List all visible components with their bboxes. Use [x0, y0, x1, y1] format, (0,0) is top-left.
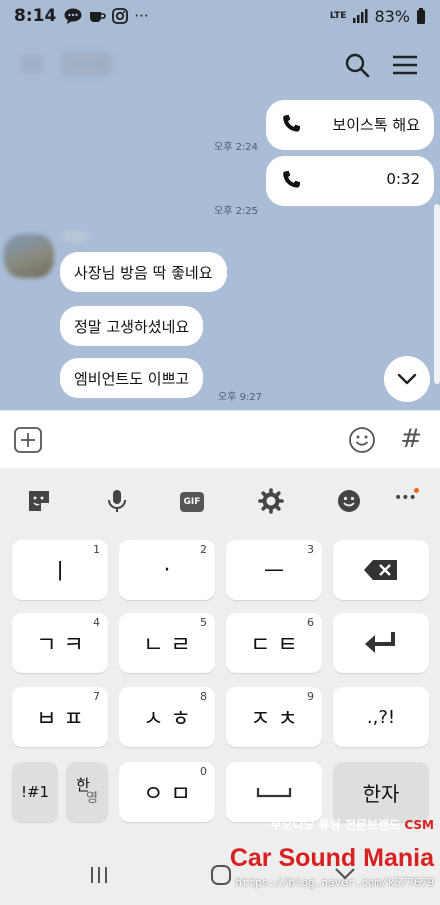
emoticon-icon[interactable] [348, 426, 376, 454]
punctuation-key[interactable]: .,?! [333, 687, 429, 747]
watermark-subtitle: 무오디오 튜닝 전문브랜드 [270, 818, 401, 832]
watermark-brand: CSM [404, 818, 434, 832]
enter-key[interactable] [333, 613, 429, 673]
message-input-bar[interactable]: # [0, 410, 440, 468]
more-options-icon[interactable]: ••• [394, 490, 417, 506]
hashtag-search-button[interactable]: # [400, 424, 422, 454]
received-message-bubble[interactable]: 엠비언트도 이쁘고 [60, 358, 204, 398]
avatar[interactable] [4, 234, 54, 278]
gif-button[interactable]: GIF [180, 492, 204, 512]
phone-icon [283, 114, 301, 132]
sender-name-blurred [62, 232, 88, 242]
chat-notification-icon [64, 8, 82, 24]
key-9[interactable]: ㅈ ㅊ9 [226, 687, 322, 747]
coffee-icon [90, 12, 107, 22]
sticker-icon[interactable] [26, 488, 52, 514]
status-bar: 8:14 ··· LTE 83% [0, 0, 440, 32]
message-text: 정말 고생하셨네요 [74, 317, 190, 336]
space-key[interactable] [226, 762, 322, 822]
key-0[interactable]: ㅇ ㅁ0 [119, 762, 215, 822]
chevron-down-icon [397, 373, 417, 385]
more-notifications: ··· [134, 7, 149, 25]
scrollbar[interactable] [434, 204, 440, 384]
backspace-key[interactable] [333, 540, 429, 600]
key-2[interactable]: · 2 [119, 540, 215, 600]
symbols-key[interactable]: !#1 [12, 762, 58, 822]
language-toggle-key[interactable]: 한 영 [66, 762, 108, 822]
key-4[interactable]: ㄱ ㅋ4 [12, 613, 108, 673]
chat-header [0, 32, 440, 94]
space-bar-icon [256, 788, 292, 798]
plus-icon[interactable] [14, 427, 42, 453]
hanja-key[interactable]: 한자 [333, 762, 429, 822]
key-7[interactable]: ㅂ ㅍ7 [12, 687, 108, 747]
watermark-title: Car Sound Mania [229, 844, 434, 872]
message-text: 사장님 방음 딱 좋네요 [74, 263, 213, 282]
message-text: 엠비언트도 이쁘고 [74, 369, 190, 388]
new-badge [414, 488, 419, 493]
keyboard-toolbar: GIF ••• [0, 468, 440, 534]
voice-call-bubble[interactable]: 0:32 [266, 156, 434, 206]
enter-icon [365, 632, 395, 653]
network-type: LTE [329, 10, 347, 21]
watermark-url: https://blog.naver.com/k577679 [235, 876, 434, 889]
emoji-icon[interactable] [336, 488, 362, 514]
search-icon[interactable] [342, 50, 372, 80]
watermark: 무오디오 튜닝 전문브랜드 CSM Car Sound Mania https:… [174, 818, 434, 900]
menu-icon[interactable] [390, 50, 420, 80]
back-button-blurred[interactable] [22, 54, 42, 74]
message-text: 보이스톡 해요 [332, 116, 420, 134]
scroll-to-bottom-button[interactable] [384, 356, 430, 402]
call-duration: 0:32 [386, 170, 420, 188]
instagram-icon [112, 8, 129, 24]
battery-icon [417, 8, 425, 24]
key-3[interactable]: ㅡ3 [226, 540, 322, 600]
settings-gear-icon[interactable] [258, 488, 284, 514]
message-time: 오후 2:24 [214, 142, 259, 153]
message-time: 오후 2:25 [214, 206, 259, 217]
key-5[interactable]: ㄴ ㄹ5 [119, 613, 215, 673]
microphone-icon[interactable] [104, 488, 130, 514]
backspace-icon [364, 560, 397, 580]
battery-percent: 83% [374, 6, 410, 26]
voice-call-bubble[interactable]: 보이스톡 해요 [266, 100, 434, 150]
key-8[interactable]: ㅅ ㅎ8 [119, 687, 215, 747]
received-message-bubble[interactable]: 사장님 방음 딱 좋네요 [60, 252, 227, 292]
phone-icon [283, 170, 301, 188]
message-list[interactable]: 보이스톡 해요 오후 2:24 0:32 오후 2:25 사장님 방음 딱 좋네… [0, 94, 440, 410]
key-1[interactable]: ㅣ1 [12, 540, 108, 600]
received-message-bubble[interactable]: 정말 고생하셨네요 [60, 306, 204, 346]
signal-icon [353, 9, 368, 23]
message-time: 오후 9:27 [218, 392, 263, 403]
status-time: 8:14 [14, 6, 57, 26]
chat-title-blurred [62, 52, 112, 76]
key-6[interactable]: ㄷ ㅌ6 [226, 613, 322, 673]
recent-apps-icon[interactable] [88, 865, 110, 885]
